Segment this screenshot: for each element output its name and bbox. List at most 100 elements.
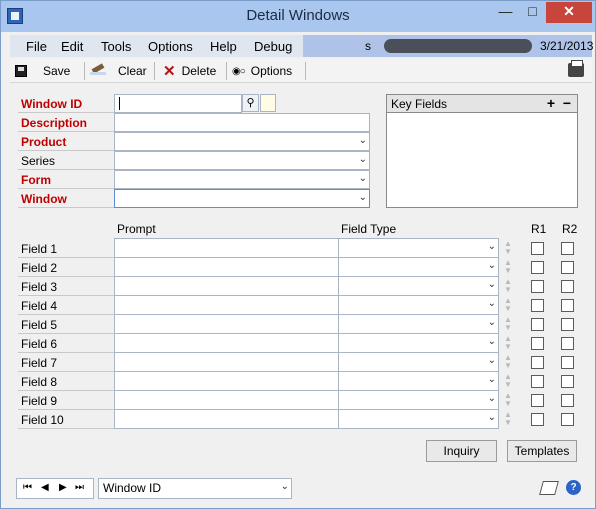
field-type-select[interactable]: ⌄	[338, 238, 499, 258]
menu-help[interactable]: Help	[210, 39, 237, 54]
r2-checkbox[interactable]	[561, 318, 574, 331]
spinner-icon[interactable]: ▲ ▼	[501, 410, 515, 429]
prompt-input[interactable]	[114, 238, 339, 258]
menu-file[interactable]: File	[26, 39, 47, 54]
previous-record-icon[interactable]: ◀	[41, 482, 49, 493]
minimize-button[interactable]: —	[492, 2, 519, 23]
product-select[interactable]: ⌄	[114, 132, 370, 151]
r1-checkbox[interactable]	[531, 375, 544, 388]
prompt-input[interactable]	[114, 410, 339, 429]
add-key-field-button[interactable]: +	[547, 95, 555, 111]
toolbar-separator	[305, 62, 306, 80]
r1-checkbox[interactable]	[531, 299, 544, 312]
prompt-input[interactable]	[114, 296, 339, 315]
chevron-down-icon: ⌄	[487, 260, 496, 271]
last-record-icon[interactable]: ⏭	[75, 482, 84, 493]
r1-checkbox[interactable]	[531, 413, 544, 426]
spinner-icon[interactable]: ▲ ▼	[501, 353, 515, 372]
prompt-input[interactable]	[114, 277, 339, 296]
spinner-icon[interactable]: ▲ ▼	[501, 334, 515, 353]
spinner-icon[interactable]: ▲ ▼	[501, 315, 515, 334]
clear-button[interactable]: Clear	[90, 62, 147, 80]
r2-checkbox[interactable]	[561, 394, 574, 407]
menu-options[interactable]: Options	[148, 39, 193, 54]
field-row-label: Field 7	[18, 353, 115, 372]
spinner-icon[interactable]: ▲ ▼	[501, 391, 515, 410]
eraser-icon	[90, 66, 106, 76]
r2-checkbox[interactable]	[561, 375, 574, 388]
help-icon[interactable]: ?	[566, 480, 581, 495]
window-select[interactable]: ⌄	[114, 189, 370, 208]
menu-edit[interactable]: Edit	[61, 39, 83, 54]
r1-checkbox[interactable]	[531, 280, 544, 293]
chevron-down-icon: ⌄	[487, 241, 496, 252]
delete-label: Delete	[181, 64, 217, 78]
note-icon[interactable]	[260, 94, 276, 112]
field-type-select[interactable]: ⌄	[338, 410, 499, 429]
save-icon	[15, 65, 27, 77]
r2-checkbox[interactable]	[561, 337, 574, 350]
window-id-input[interactable]	[114, 94, 242, 113]
r1-checkbox[interactable]	[531, 394, 544, 407]
field-row-label: Field 1	[18, 239, 115, 258]
field-type-select[interactable]: ⌄	[338, 277, 499, 296]
r2-checkbox[interactable]	[561, 261, 574, 274]
chevron-down-icon: ⌄	[487, 355, 496, 366]
field-type-select[interactable]: ⌄	[338, 372, 499, 391]
menu-debug[interactable]: Debug	[254, 39, 292, 54]
r1-checkbox[interactable]	[531, 356, 544, 369]
templates-button[interactable]: Templates	[507, 440, 577, 462]
r1-checkbox[interactable]	[531, 242, 544, 255]
field-type-select[interactable]: ⌄	[338, 334, 499, 353]
chevron-down-icon: ⌄	[358, 154, 367, 165]
spinner-icon[interactable]: ▲ ▼	[501, 296, 515, 315]
r2-checkbox[interactable]	[561, 280, 574, 293]
prompt-input[interactable]	[114, 353, 339, 372]
chevron-down-icon: ⌄	[487, 298, 496, 309]
window-note-icon[interactable]	[539, 481, 559, 495]
inquiry-button[interactable]: Inquiry	[426, 440, 497, 462]
form-label: Form	[18, 170, 115, 189]
lookup-button[interactable]: ⚲	[242, 94, 259, 112]
r2-checkbox[interactable]	[561, 356, 574, 369]
spinner-icon[interactable]: ▲ ▼	[501, 239, 515, 258]
prompt-input[interactable]	[114, 334, 339, 353]
field-type-select[interactable]: ⌄	[338, 353, 499, 372]
prompt-input[interactable]	[114, 258, 339, 277]
field-type-select[interactable]: ⌄	[338, 391, 499, 410]
prompt-input[interactable]	[114, 372, 339, 391]
remove-key-field-button[interactable]: −	[563, 95, 571, 111]
next-record-icon[interactable]: ▶	[59, 482, 67, 493]
spinner-icon[interactable]: ▲ ▼	[501, 277, 515, 296]
r2-checkbox[interactable]	[561, 413, 574, 426]
toolbar-separator	[226, 62, 227, 80]
options-radio-icon: ◉○	[232, 65, 246, 77]
spinner-icon[interactable]: ▲ ▼	[501, 258, 515, 277]
close-button[interactable]: ✕	[546, 2, 592, 23]
printer-icon[interactable]	[568, 60, 584, 77]
form-select[interactable]: ⌄	[114, 170, 370, 189]
r1-checkbox[interactable]	[531, 261, 544, 274]
prompt-input[interactable]	[114, 315, 339, 334]
field-type-select[interactable]: ⌄	[338, 315, 499, 334]
r1-column-header: R1	[531, 222, 547, 236]
sort-by-select[interactable]: Window ID ⌄	[98, 478, 292, 499]
spinner-icon[interactable]: ▲ ▼	[501, 372, 515, 391]
r1-checkbox[interactable]	[531, 337, 544, 350]
toolbar-separator	[84, 62, 85, 80]
save-button[interactable]: Save	[15, 62, 70, 80]
r1-checkbox[interactable]	[531, 318, 544, 331]
description-input[interactable]	[114, 113, 370, 132]
prompt-input[interactable]	[114, 391, 339, 410]
delete-button[interactable]: ✕ Delete	[163, 62, 216, 80]
series-select[interactable]: ⌄	[114, 151, 370, 170]
field-type-select[interactable]: ⌄	[338, 296, 499, 315]
first-record-icon[interactable]: ⏮	[23, 482, 32, 493]
menu-tools[interactable]: Tools	[101, 39, 131, 54]
options-button[interactable]: ◉○ Options	[232, 62, 292, 80]
maximize-button[interactable]: □	[519, 2, 546, 23]
r2-checkbox[interactable]	[561, 242, 574, 255]
r2-checkbox[interactable]	[561, 299, 574, 312]
prompt-column-header: Prompt	[117, 222, 156, 236]
field-type-select[interactable]: ⌄	[338, 258, 499, 277]
